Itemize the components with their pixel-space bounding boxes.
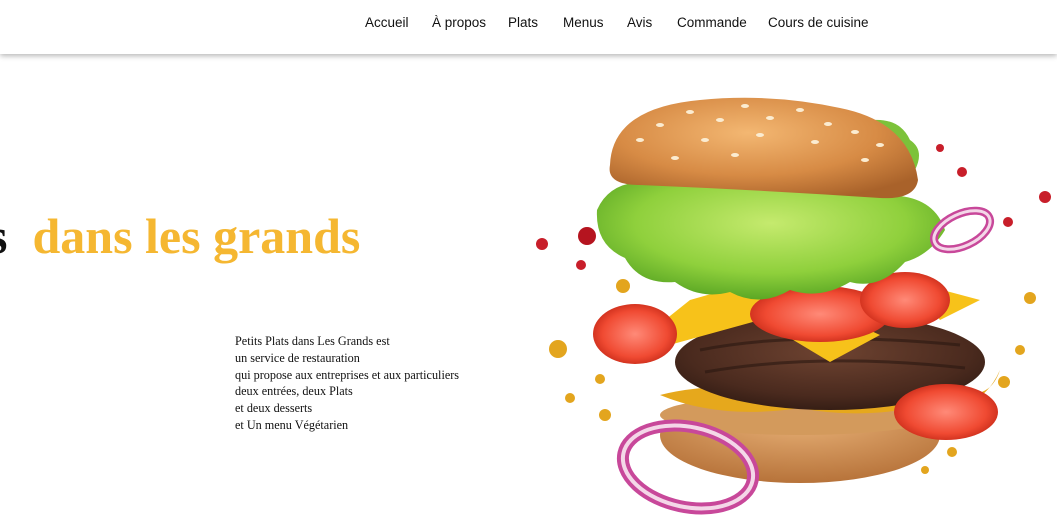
nav-link-cours-de-cuisine[interactable]: Cours de cuisine (768, 15, 869, 30)
nav-link-a-propos[interactable]: À propos (432, 15, 486, 30)
nav-link-commande[interactable]: Commande (677, 15, 747, 30)
hero-title-accent: dans les grands (32, 208, 361, 264)
hero-description-line: Petits Plats dans Les Grands est (235, 334, 390, 348)
top-bun (609, 97, 918, 199)
nav-menu: Accueil À propos Plats Menus Avis Comman… (0, 0, 1057, 54)
nav-link-plats[interactable]: Plats (508, 15, 538, 30)
hero-description-line: qui propose aux entreprises et aux parti… (235, 367, 460, 382)
hero-description: Petits Plats dans Les Grands est un serv… (235, 333, 459, 434)
hero-description-line: deux entrées, deux Plats (235, 384, 353, 399)
hero-description-line: et deux desserts (235, 401, 313, 416)
hero-description-line: un service de restauration (235, 350, 360, 365)
hero-title: s dans les grands (0, 206, 360, 266)
burger-illustration (536, 97, 1051, 515)
nav-link-accueil[interactable]: Accueil (365, 15, 409, 30)
nav-link-menus[interactable]: Menus (563, 15, 604, 30)
hero-title-dark: s (0, 208, 7, 264)
navbar: Accueil À propos Plats Menus Avis Comman… (0, 0, 1057, 54)
hero-description-line: et Un menu Végétarien (235, 417, 349, 432)
nav-link-avis[interactable]: Avis (627, 15, 652, 30)
